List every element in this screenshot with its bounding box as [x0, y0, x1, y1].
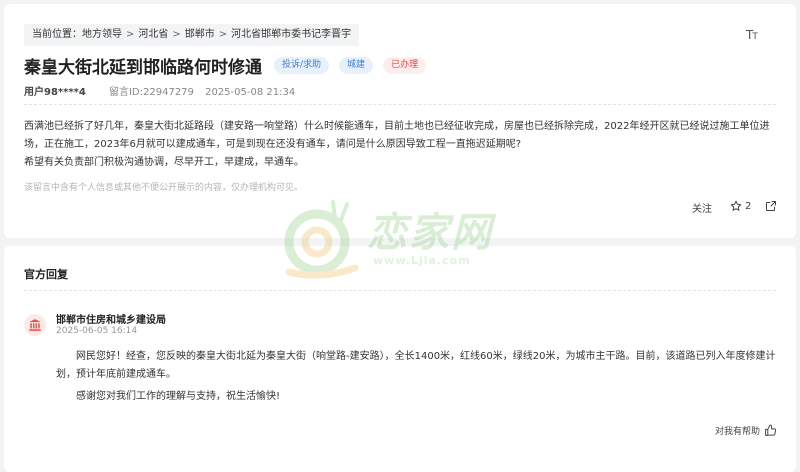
thumbs-up-icon — [765, 424, 777, 436]
official-reply-card: 官方回复 邯郸市住房和城乡建设局 2025-06-05 16:14 网民您好！经… — [4, 246, 796, 472]
breadcrumb-item-local-leaders[interactable]: 地方领导 — [82, 24, 122, 46]
message-card: 当前位置：地方领导 > 河北省 > 邯郸市 > 河北省邯郸市委书记李晋宇 TT 秦皇大街北延… — [4, 4, 796, 238]
font-size-icon[interactable]: TT — [746, 28, 758, 42]
reply-paragraph: 感谢您对我们工作的理解与支持，祝生活愉快! — [76, 391, 281, 402]
reply-heading: 官方回复 — [24, 268, 68, 281]
breadcrumb-prefix: 当前位置： — [32, 29, 82, 40]
star-count: 2 — [745, 200, 752, 212]
status-badge: 已办理 — [383, 56, 427, 74]
reply-time: 2025-06-05 16:14 — [56, 326, 138, 336]
privacy-notice: 该留言中含有个人信息或其他不便公开展示的内容，仅办理机构可见。 — [24, 183, 304, 193]
reply-content: 网民您好！经查，您反映的秦皇大街北延为秦皇大街（响堂路-建安路），全长1400米… — [56, 348, 782, 406]
divider — [24, 290, 776, 291]
org-avatar — [24, 314, 46, 336]
star-icon — [730, 200, 742, 211]
share-button[interactable] — [765, 200, 777, 212]
title-row: 秦皇大街北延到邯临路何时修通 投诉/求助 城建 已办理 — [24, 52, 427, 78]
share-icon — [766, 201, 776, 211]
breadcrumb-separator: > — [218, 29, 228, 40]
tag-urban-construction: 城建 — [339, 56, 374, 74]
helpful-label: 对我有帮助 — [715, 427, 761, 437]
user-name: 用户98****4 — [24, 87, 86, 98]
org-name: 邯郸市住房和城乡建设局 — [56, 315, 166, 326]
content-paragraph: 西满池已经拆了好几年，秦皇大街北延路段（建安路一响堂路）什么时候能通车，目前土地… — [24, 121, 770, 150]
reply-paragraph: 网民您好！经查，您反映的秦皇大街北延为秦皇大街（响堂路-建安路），全长1400米… — [56, 351, 776, 380]
breadcrumb-separator: > — [126, 29, 135, 40]
tag-complaint: 投诉/求助 — [274, 56, 330, 74]
divider — [24, 104, 776, 105]
breadcrumb-item-hebei[interactable]: 河北省 — [138, 24, 168, 46]
message-content: 西满池已经拆了好几年，秦皇大街北延路段（建安路一响堂路）什么时候能通车，目前土地… — [24, 118, 780, 172]
message-id: 留言ID:22947279 — [108, 87, 194, 98]
star-button[interactable]: 2 — [730, 200, 751, 212]
helpful-button[interactable]: 对我有帮助 — [715, 424, 777, 437]
follow-button[interactable]: 关注 — [692, 200, 712, 215]
breadcrumb: 当前位置：地方领导 > 河北省 > 邯郸市 > 河北省邯郸市委书记李晋宇 — [24, 24, 360, 46]
page-title: 秦皇大街北延到邯临路何时修通 — [24, 57, 262, 78]
government-building-icon — [29, 319, 41, 331]
breadcrumb-separator: > — [172, 29, 181, 40]
post-time: 2025-05-08 21:34 — [205, 87, 296, 98]
meta-row: 用户98****4 留言ID:22947279 2025-05-08 21:34 — [24, 83, 295, 98]
follow-label: 关注 — [692, 204, 712, 215]
breadcrumb-item-handan[interactable]: 邯郸市 — [185, 24, 215, 46]
content-paragraph: 希望有关负责部门积极沟通协调，尽早开工，早建成，早通车。 — [24, 157, 304, 168]
breadcrumb-item-secretary[interactable]: 河北省邯郸市委书记李晋宇 — [231, 24, 351, 46]
